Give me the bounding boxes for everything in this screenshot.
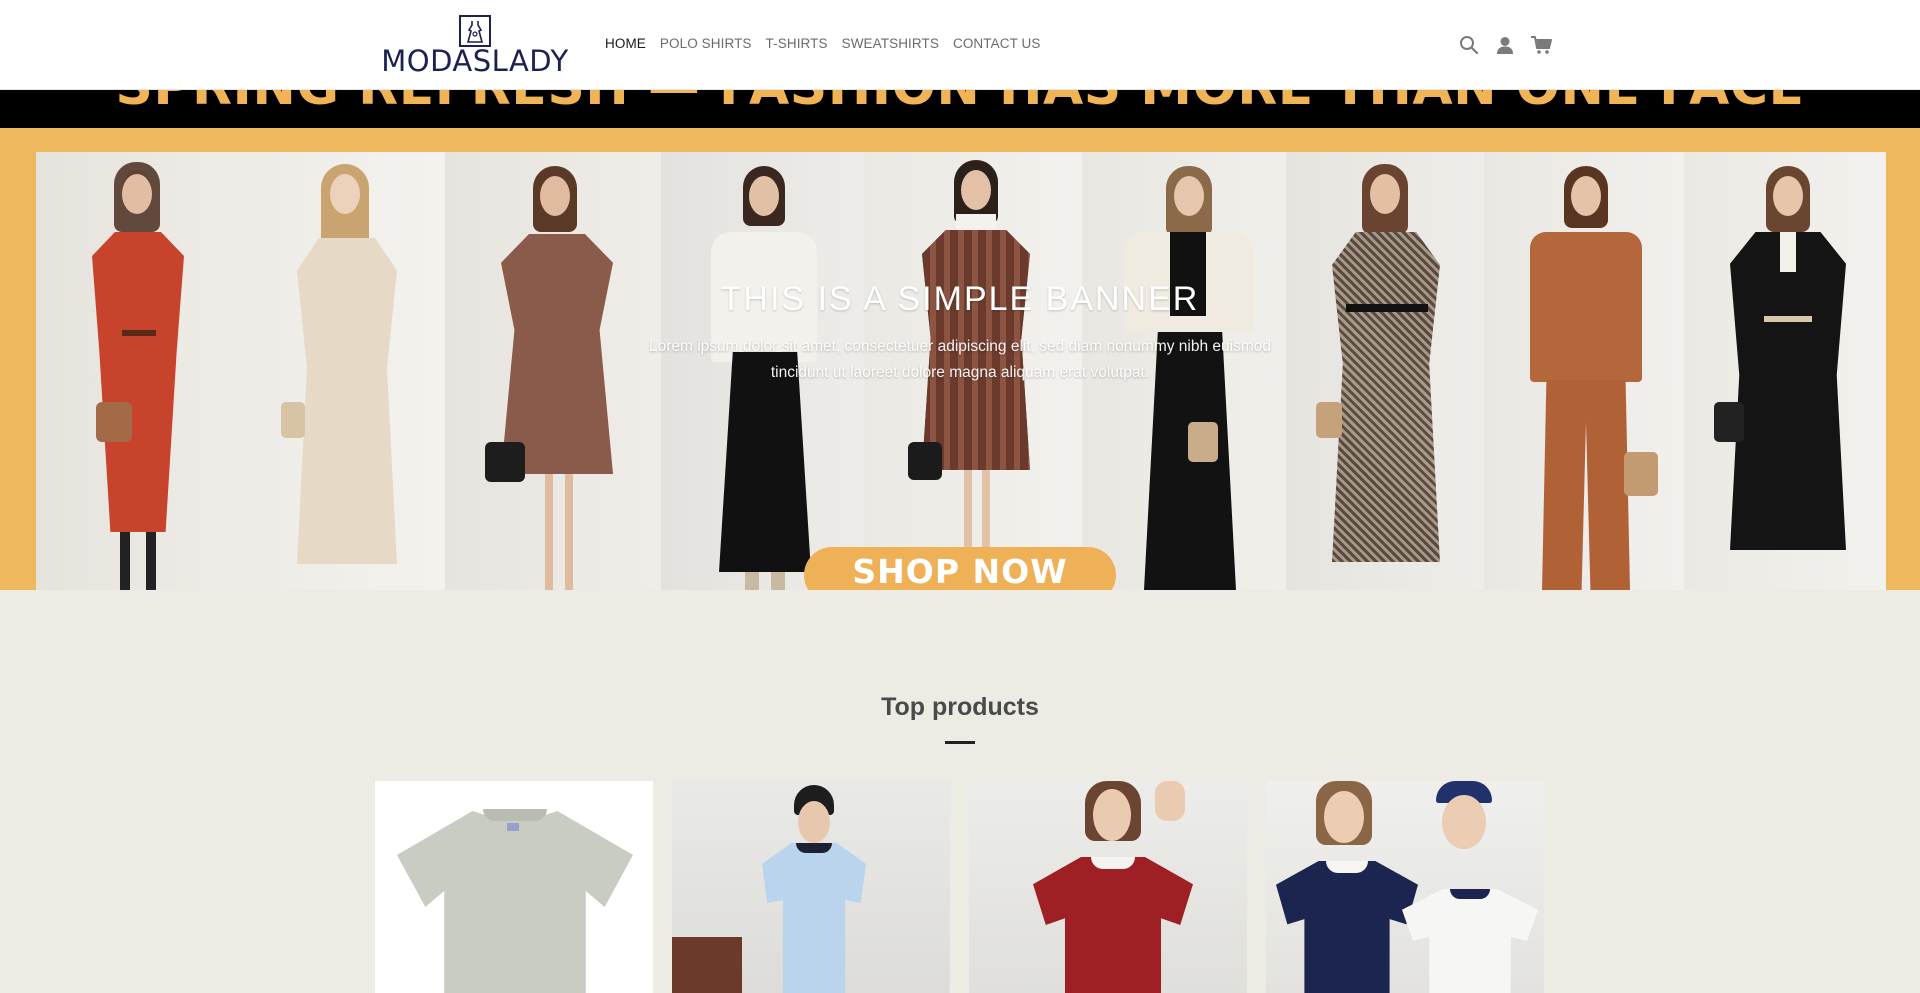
nav-sweatshirts[interactable]: SWEATSHIRTS — [842, 36, 939, 51]
model-panel-black-coat — [1684, 152, 1886, 590]
model-panel-tweed-dress — [1286, 152, 1484, 590]
account-icon[interactable] — [1494, 34, 1516, 56]
nav-home[interactable]: HOME — [605, 36, 646, 51]
product-card-light-blue-tee[interactable] — [672, 781, 950, 993]
dress-logo-icon — [459, 15, 491, 47]
product-card-sage-tshirt[interactable] — [375, 781, 653, 993]
site-logo[interactable]: MODASLADY — [377, 14, 573, 76]
product-grid — [375, 781, 1545, 993]
banner-title: THIS IS A SIMPLE BANNER — [720, 280, 1200, 318]
top-products-title: Top products — [881, 693, 1039, 721]
cart-icon[interactable] — [1530, 34, 1552, 56]
nav-t-shirts[interactable]: T-SHIRTS — [766, 36, 828, 51]
nav-polo-shirts[interactable]: POLO SHIRTS — [660, 36, 752, 51]
banner-subtitle: Lorem ipsum dolor sit amet, consectetuer… — [648, 338, 1272, 381]
hero-banner: THIS IS A SIMPLE BANNER Lorem ipsum dolo… — [0, 128, 1920, 590]
header-icons — [1458, 34, 1552, 56]
site-header: MODASLADY HOME POLO SHIRTS T-SHIRTS SWEA… — [0, 0, 1920, 90]
model-panel-red-dress — [36, 152, 237, 590]
product-image — [397, 811, 633, 993]
search-icon[interactable] — [1458, 34, 1480, 56]
product-card-burgundy-tee[interactable] — [969, 781, 1247, 993]
model-panel-rust-suit — [1484, 152, 1684, 590]
model-panel-floral-dress — [445, 152, 661, 590]
logo-text: MODASLADY — [381, 44, 569, 78]
product-card-navy-white-tees[interactable] — [1266, 781, 1544, 993]
main-nav: HOME POLO SHIRTS T-SHIRTS SWEATSHIRTS CO… — [605, 36, 1055, 51]
nav-contact-us[interactable]: CONTACT US — [953, 36, 1041, 51]
model-panel-cream-dress — [237, 152, 445, 590]
shop-now-button[interactable]: SHOP NOW — [804, 547, 1116, 590]
title-divider — [945, 741, 975, 744]
